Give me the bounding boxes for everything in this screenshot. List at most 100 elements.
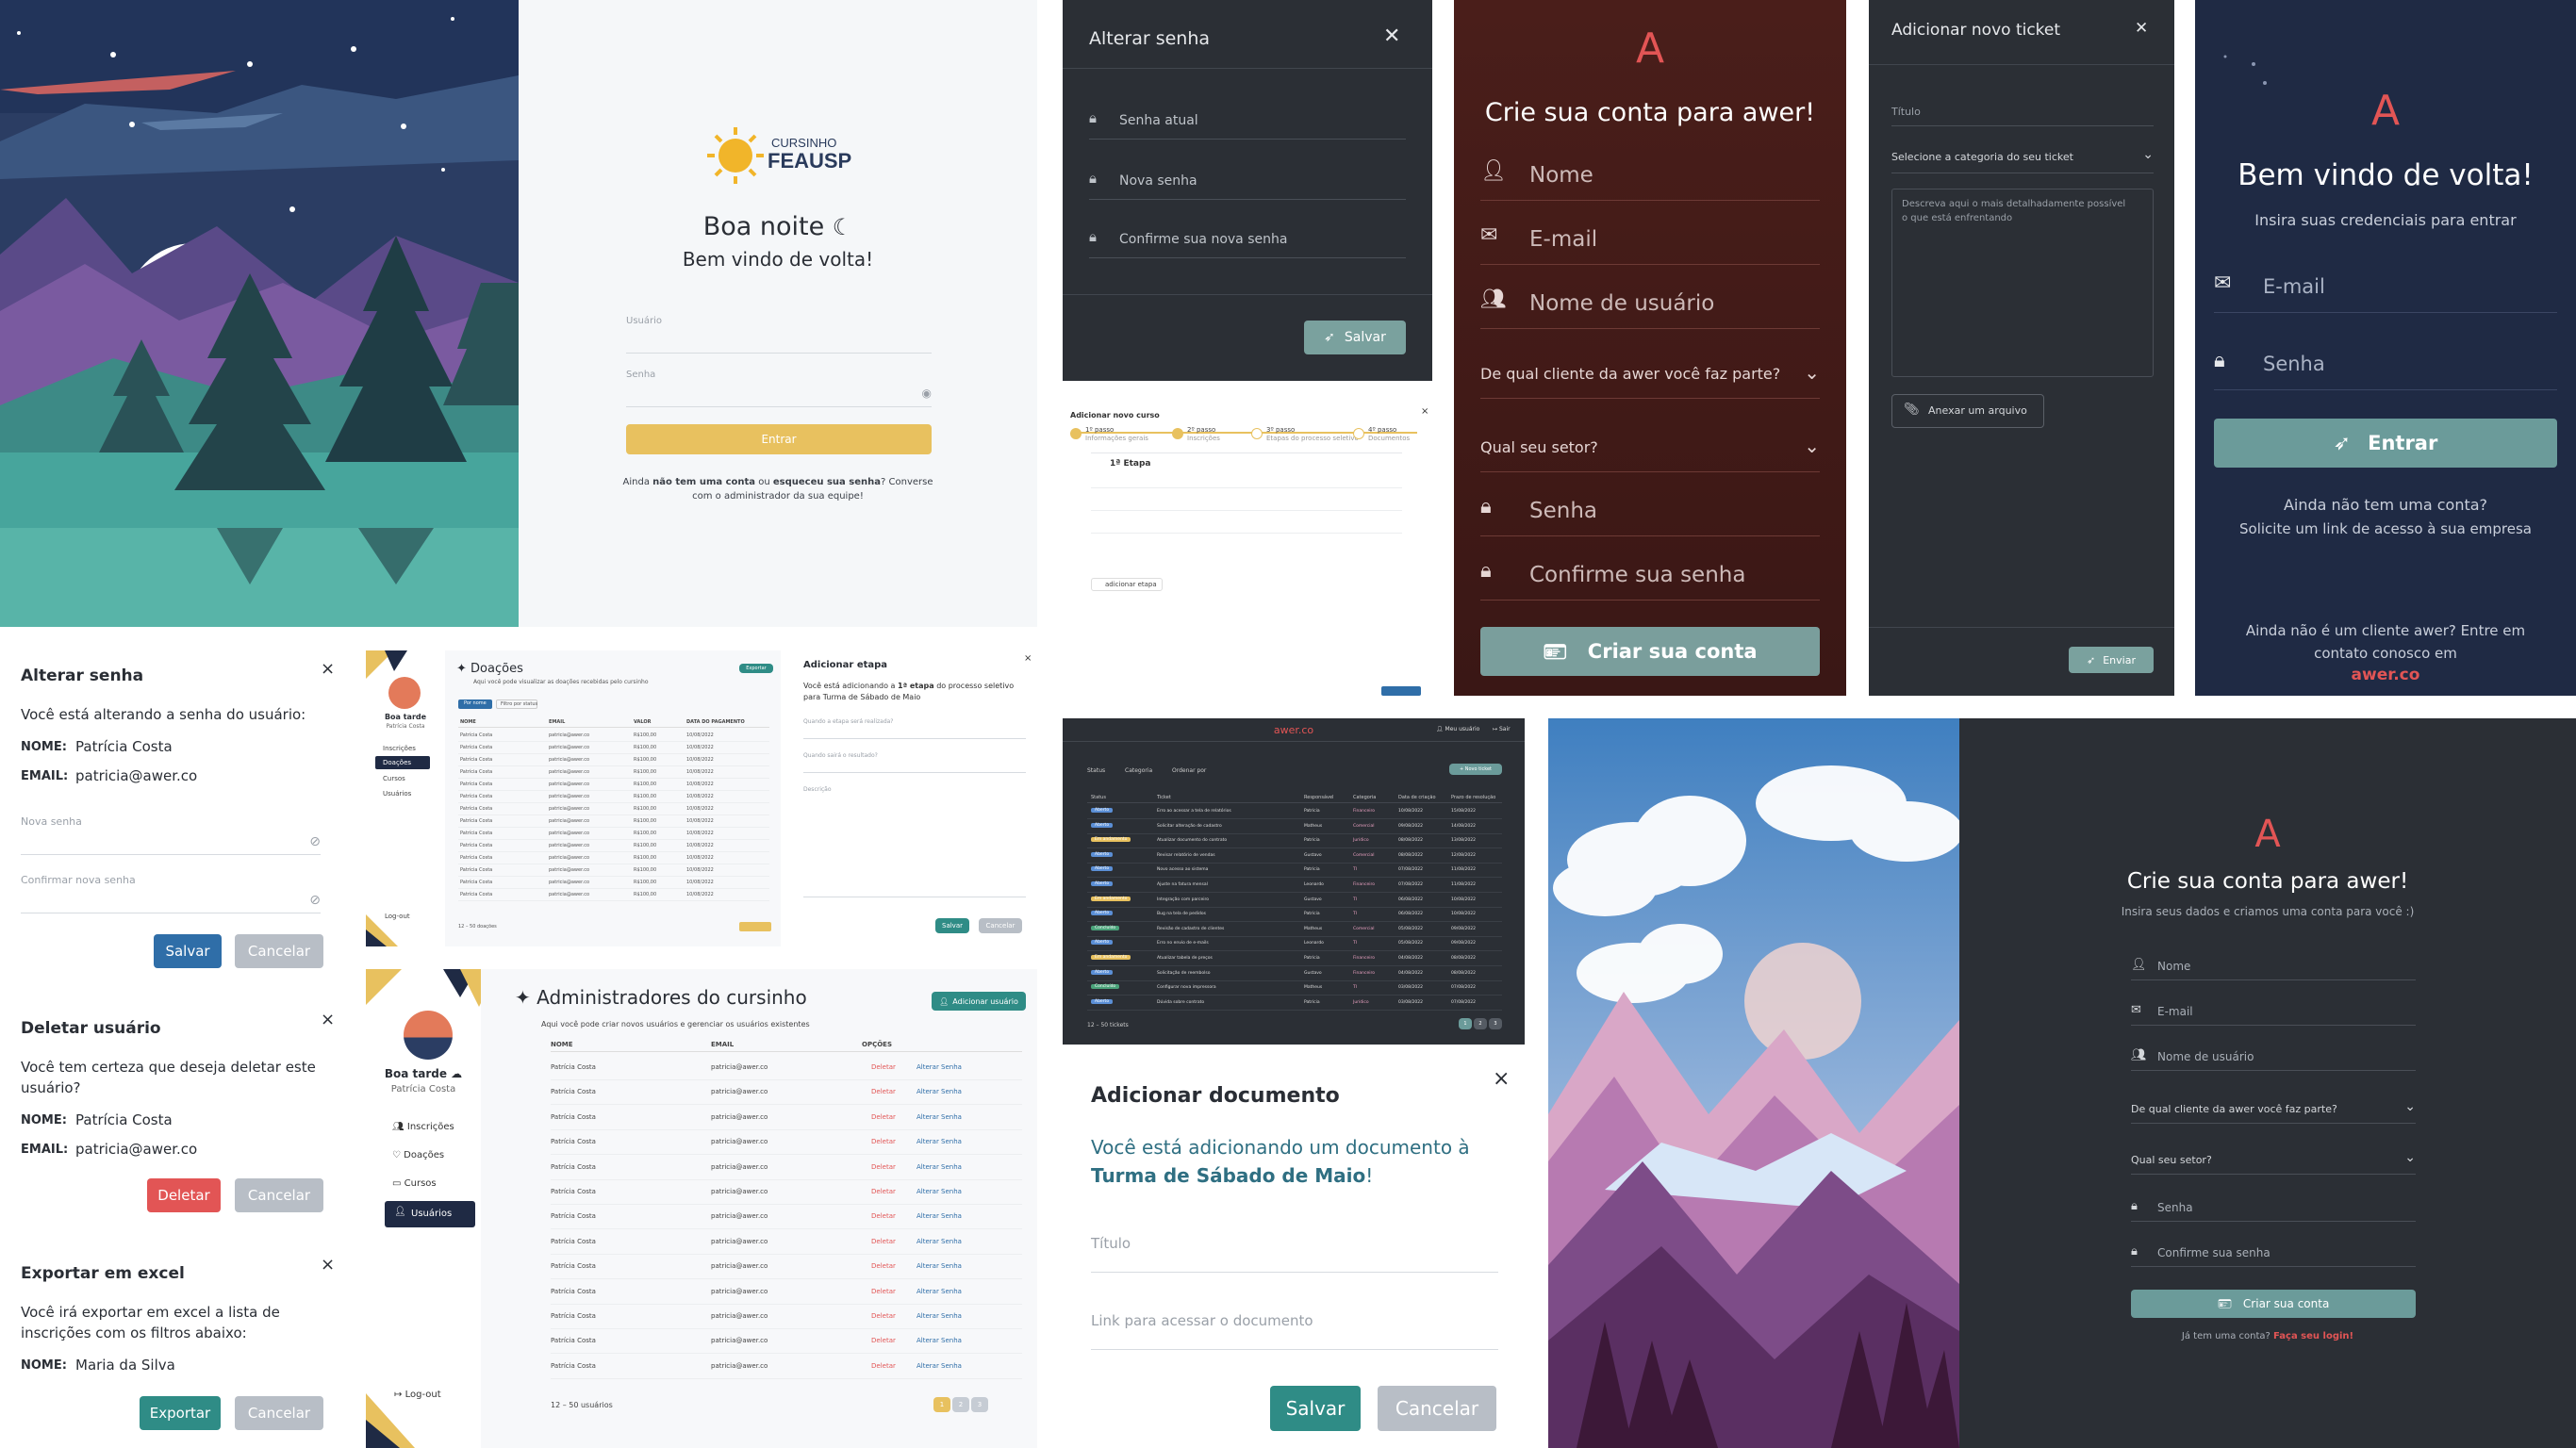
delete-user-link[interactable]: Deletar — [871, 1238, 896, 1245]
user-menu[interactable]: 👤︎ Meu usuário — [1436, 726, 1479, 732]
nav-item-usuarios-active[interactable]: 👤︎ Usuários — [385, 1201, 475, 1227]
delete-user-link[interactable]: Deletar — [871, 1262, 896, 1270]
delete-user-link[interactable]: Deletar — [871, 1362, 896, 1370]
close-icon[interactable]: ✕ — [2135, 21, 2148, 37]
document-link-field[interactable]: Link para acessar o documento — [1091, 1307, 1498, 1350]
filter-by-name[interactable]: Por nome — [458, 699, 492, 709]
pagination[interactable] — [739, 922, 771, 931]
delete-user-link[interactable]: Deletar — [871, 1163, 896, 1171]
save-button[interactable]: ➶ Salvar — [1304, 321, 1406, 354]
eye-off-icon[interactable]: ⊘ — [309, 893, 321, 908]
table-row[interactable]: Concluído Revisão de cadastro de clientes… — [1087, 923, 1502, 937]
table-row[interactable]: Aberto Novo acesso ao sistema Patrícia TI 07… — [1087, 864, 1502, 879]
exit-link[interactable]: ↦ Sair — [1493, 726, 1511, 732]
nav-item-usuarios[interactable]: Usuários — [383, 790, 411, 798]
page-3[interactable]: 3 — [971, 1397, 988, 1412]
name-field[interactable]: 👤︎ Nome — [2131, 952, 2416, 980]
alter-password-link[interactable]: Alterar Senha — [916, 1212, 962, 1220]
close-icon[interactable]: ✕ — [1383, 26, 1400, 47]
delete-button[interactable]: Deletar — [147, 1178, 221, 1212]
password-field[interactable]: 🔒︎ Senha — [1480, 491, 1820, 536]
password-field[interactable]: 🔒︎ Senha — [2131, 1193, 2416, 1222]
page-1[interactable]: 1 — [1459, 1018, 1472, 1029]
nav-item-inscricoes[interactable]: 👥︎ Inscrições — [392, 1122, 454, 1132]
export-button[interactable]: Exportar — [140, 1396, 221, 1430]
delete-user-link[interactable]: Deletar — [871, 1312, 896, 1320]
close-icon[interactable]: × — [321, 1257, 335, 1274]
alter-password-link[interactable]: Alterar Senha — [916, 1262, 962, 1270]
logout-link[interactable]: ↦ Log-out — [394, 1390, 441, 1400]
category-select[interactable]: Selecione a categoria do seu ticket ⌄ — [1891, 141, 2154, 173]
password-field[interactable]: Senha ◉ — [626, 370, 932, 407]
enter-button[interactable]: Entrar — [626, 424, 932, 454]
send-button[interactable]: ➶ Enviar — [2069, 647, 2154, 673]
nav-item-doacoes[interactable]: ♡ Doações — [392, 1150, 444, 1160]
new-password-field[interactable]: 🔒︎ Nova senha — [1089, 162, 1406, 200]
email-field[interactable]: ✉ E-mail — [2214, 266, 2557, 313]
nav-item-cursos[interactable]: Cursos — [383, 775, 405, 782]
login-link[interactable]: Faça seu login! — [2273, 1331, 2353, 1341]
name-field[interactable]: 👤︎ Nome — [1480, 156, 1820, 201]
alter-password-link[interactable]: Alterar Senha — [916, 1312, 962, 1320]
alter-password-link[interactable]: Alterar Senha — [916, 1088, 962, 1095]
confirm-password-field[interactable]: 🔒︎ Confirme sua nova senha — [1089, 221, 1406, 258]
alter-password-link[interactable]: Alterar Senha — [916, 1238, 962, 1245]
table-row[interactable]: Aberto Erro no envio de e-mails Leonardo TI… — [1087, 937, 1502, 952]
alter-password-link[interactable]: Alterar Senha — [916, 1063, 962, 1071]
current-password-field[interactable]: 🔒︎ Senha atual — [1089, 102, 1406, 140]
username-field[interactable]: 👥︎ Nome de usuário — [2131, 1043, 2416, 1071]
confirm-password-field[interactable]: 🔒︎ Confirme sua senha — [2131, 1239, 2416, 1267]
sort-filter[interactable]: Ordenar por — [1172, 767, 1206, 774]
create-account-button[interactable]: 🪪︎ Criar sua conta — [2131, 1290, 2416, 1318]
nav-item-cursos[interactable]: ▭ Cursos — [392, 1178, 437, 1189]
username-field[interactable]: 👥︎ Nome de usuário — [1480, 284, 1820, 329]
awer-link[interactable]: awer.co — [2195, 666, 2576, 684]
table-row[interactable]: Em andamento Atualizar tabela de preços Pa… — [1087, 952, 1502, 966]
nav-item-doacoes-active[interactable]: Doações — [375, 756, 430, 769]
delete-user-link[interactable]: Deletar — [871, 1063, 896, 1071]
close-icon[interactable]: × — [1493, 1069, 1510, 1090]
result-date-field[interactable]: Quando sairá o resultado? — [803, 750, 1026, 773]
table-row[interactable]: Em andamento Atualizar documento do contr… — [1087, 834, 1502, 849]
confirm-password-field[interactable]: Confirmar nova senha ⊘ — [21, 874, 321, 913]
table-row[interactable]: Concluído Configurar nova impressora Mathe… — [1087, 981, 1502, 996]
delete-user-link[interactable]: Deletar — [871, 1212, 896, 1220]
delete-user-link[interactable]: Deletar — [871, 1188, 896, 1195]
delete-user-link[interactable]: Deletar — [871, 1288, 896, 1295]
user-field[interactable]: Usuário — [626, 316, 932, 354]
alter-password-link[interactable]: Alterar Senha — [916, 1113, 962, 1121]
alter-password-link[interactable]: Alterar Senha — [916, 1288, 962, 1295]
cancel-button[interactable]: Cancelar — [979, 918, 1022, 933]
save-button[interactable]: Salvar — [154, 934, 222, 968]
page-3[interactable]: 3 — [1489, 1018, 1502, 1029]
add-user-button[interactable]: 👤︎ Adicionar usuário — [932, 992, 1026, 1011]
table-row[interactable]: Aberto Bug na tela de pedidos Patrícia TI 06… — [1087, 908, 1502, 923]
page-2[interactable]: 2 — [952, 1397, 969, 1412]
new-ticket-button[interactable]: + Novo ticket — [1449, 764, 1502, 775]
ticket-title-field[interactable]: Título — [1891, 98, 2154, 126]
confirm-password-field[interactable]: 🔒︎ Confirme sua senha — [1480, 555, 1820, 601]
table-row[interactable]: Aberto Solicitar alteração de cadastro Mat… — [1087, 820, 1502, 834]
delete-user-link[interactable]: Deletar — [871, 1088, 896, 1095]
alter-password-link[interactable]: Alterar Senha — [916, 1188, 962, 1195]
cancel-button[interactable]: Cancelar — [235, 934, 323, 968]
save-button[interactable]: Salvar — [935, 918, 969, 933]
sector-select[interactable]: Qual seu setor? ⌄ — [1480, 427, 1820, 472]
filter-by-status[interactable]: Filtro por status — [496, 699, 537, 709]
alter-password-link[interactable]: Alterar Senha — [916, 1362, 962, 1370]
description-textarea[interactable]: Descreva aqui o mais detalhadamente poss… — [1891, 189, 2154, 377]
table-row[interactable]: Em andamento Integração com parceiro Gusta… — [1087, 894, 1502, 908]
create-account-button[interactable]: 🪪︎ Criar sua conta — [1480, 627, 1820, 676]
close-icon[interactable]: × — [1024, 654, 1032, 664]
cancel-button[interactable]: Cancelar — [1378, 1386, 1496, 1431]
table-row[interactable]: Aberto Dúvida sobre contrato Patrícia Juríd… — [1087, 996, 1502, 1011]
enter-button[interactable]: ➶ Entrar — [2214, 419, 2557, 468]
close-icon[interactable]: × — [1421, 407, 1428, 417]
table-row[interactable]: Aberto Ajuste na fatura mensal Leonardo Fin… — [1087, 879, 1502, 893]
new-password-field[interactable]: Nova senha ⊘ — [21, 815, 321, 855]
save-button[interactable]: Salvar — [1270, 1386, 1361, 1431]
client-select[interactable]: De qual cliente da awer você faz parte? … — [2131, 1094, 2416, 1124]
client-select[interactable]: De qual cliente da awer você faz parte? … — [1480, 354, 1820, 399]
sector-select[interactable]: Qual seu setor? ⌄ — [2131, 1144, 2416, 1175]
close-icon[interactable]: × — [321, 1012, 335, 1028]
